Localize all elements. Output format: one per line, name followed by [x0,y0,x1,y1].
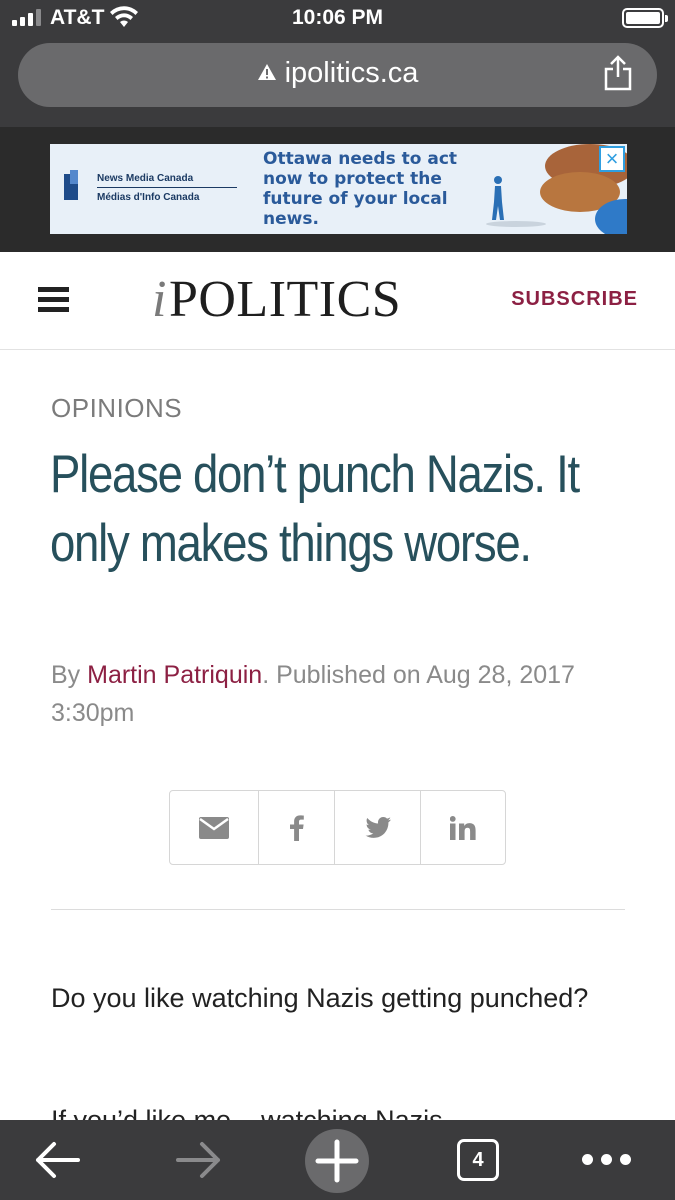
subscribe-button[interactable]: SUBSCRIBE [511,288,638,311]
linkedin-icon [450,815,476,840]
ad-area: News Media Canada Médias d'Info Canada O… [0,127,675,252]
logo-i: i [152,271,167,328]
more-menu-icon[interactable] [582,1154,631,1165]
warning-icon [257,64,276,81]
status-time: 10:06 PM [291,6,384,29]
article-category[interactable]: OPINIONS [51,393,182,424]
site-header: iPOLITICS SUBSCRIBE [0,252,675,350]
article-title: Please don’t punch Nazis. It only makes … [50,445,580,573]
ad-headline: Ottawa needs to act now to protect the f… [263,149,458,229]
tab-switcher-button[interactable]: 4 [457,1139,499,1181]
logo-text: POLITICS [168,271,402,328]
share-linkedin-button[interactable] [421,791,505,864]
content-divider [51,909,625,910]
status-bar: AT&T 10:06 PM [0,0,675,38]
news-media-logo-icon [64,170,78,200]
facebook-icon [289,814,304,841]
battery-icon [622,8,668,28]
share-icon[interactable] [603,55,633,91]
site-logo[interactable]: iPOLITICS [152,270,401,329]
forward-arrow-icon[interactable] [174,1132,222,1188]
address-url: ipolitics.ca [284,57,419,89]
close-icon[interactable]: × [599,146,625,172]
share-bar [169,790,506,865]
share-twitter-button[interactable] [335,791,421,864]
twitter-icon [365,817,391,838]
share-facebook-button[interactable] [259,791,335,864]
walking-person-icon [486,176,546,227]
ad-brand-divider [97,187,237,188]
back-arrow-icon[interactable] [34,1132,82,1188]
browser-bottom-toolbar: 4 [0,1120,675,1200]
hamburger-menu-icon[interactable] [38,287,69,313]
new-tab-button[interactable] [305,1129,369,1193]
ad-banner[interactable]: News Media Canada Médias d'Info Canada O… [50,144,627,234]
author-link[interactable]: Martin Patriquin [87,661,262,689]
email-icon [199,816,229,839]
address-bar[interactable]: ipolitics.ca [18,43,657,107]
byline-prefix: By [51,661,88,689]
article-byline: By Martin Patriquin. Published on Aug 28… [51,656,641,732]
ad-brand-en: News Media Canada [97,173,194,184]
ad-brand-fr: Médias d'Info Canada [97,192,200,203]
address-text-wrap: ipolitics.ca [18,57,657,90]
article-paragraph-cutoff: If you’d like me... watching Nazis [51,1105,443,1122]
plus-icon [315,1139,359,1183]
article-paragraph: Do you like watching Nazis getting punch… [51,983,589,1013]
share-email-button[interactable] [170,791,259,864]
browser-top-chrome: AT&T 10:06 PM ipolitics.ca [0,0,675,127]
